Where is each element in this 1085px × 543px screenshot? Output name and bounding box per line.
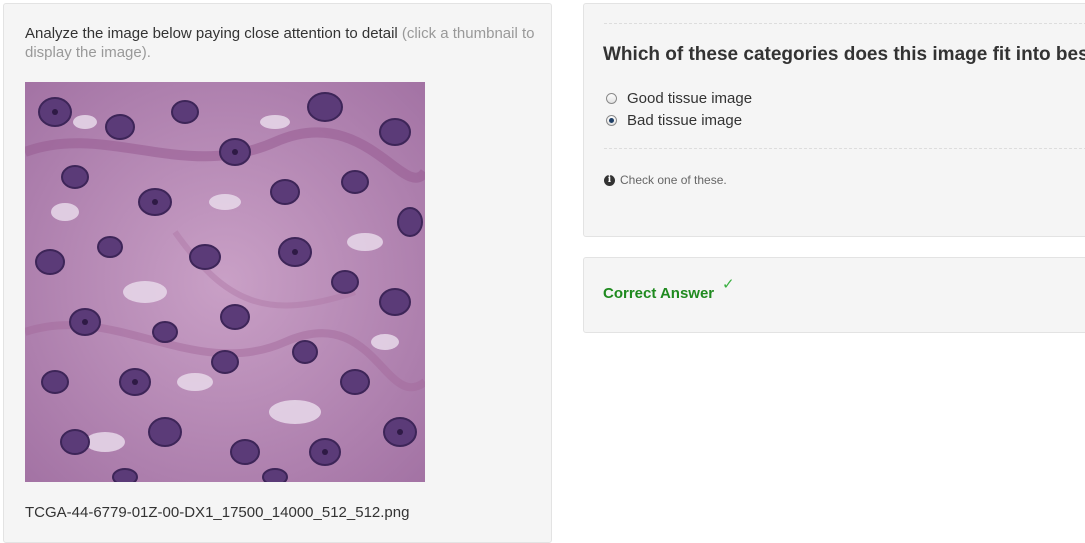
correct-answer-label: Correct Answer [603,285,715,302]
option-bad-tissue[interactable]: Bad tissue image [606,112,742,129]
question-panel: Which of these categories does this imag… [583,3,1085,237]
radio-good-tissue[interactable] [606,93,617,104]
option-label-bad-tissue: Bad tissue image [627,112,743,129]
radio-bad-tissue[interactable] [606,115,617,126]
image-panel: Analyze the image below paying close att… [3,3,552,543]
help-text: i Check one of these. [604,173,727,187]
checkmark-icon: ✓ [722,276,735,293]
divider [604,23,1085,24]
help-label: Check one of these. [620,173,727,187]
instructions-main: Analyze the image below paying close att… [25,25,398,42]
tissue-image-graphic [25,82,425,482]
question-title: Which of these categories does this imag… [603,44,1085,65]
image-filename: TCGA-44-6779-01Z-00-DX1_17500_14000_512_… [25,504,410,521]
divider [604,148,1085,149]
option-label-good-tissue: Good tissue image [627,90,753,107]
option-good-tissue[interactable]: Good tissue image [606,90,752,107]
instructions: Analyze the image below paying close att… [25,24,545,62]
answer-panel: Correct Answer ✓ [583,257,1085,333]
info-icon: i [604,174,615,186]
tissue-image[interactable] [25,82,425,482]
